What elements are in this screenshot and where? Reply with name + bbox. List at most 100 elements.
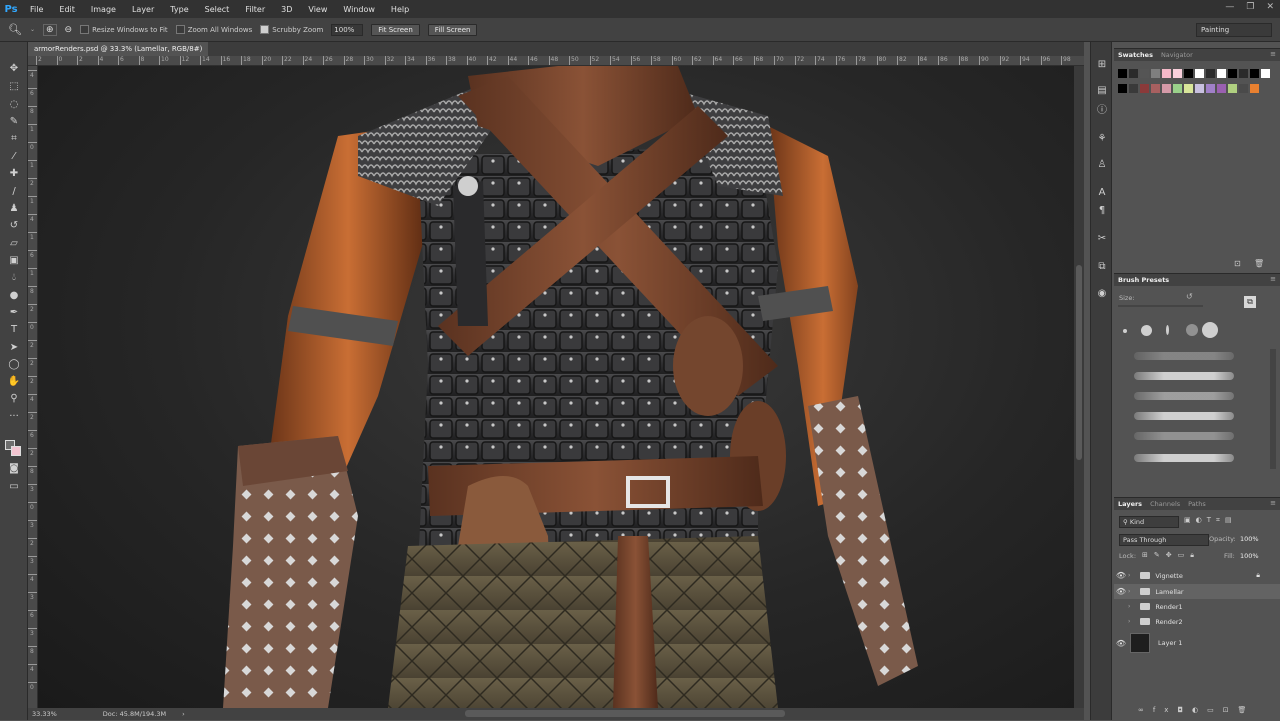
lasso-tool-icon[interactable]: ◌ — [5, 98, 23, 112]
layer-row-lamellar[interactable]: 👁︎ › Lamellar — [1114, 584, 1280, 599]
zoom-tool-icon[interactable]: 🔍︎ — [8, 23, 22, 36]
brush-tip-2[interactable] — [1141, 325, 1152, 336]
color-swatch[interactable] — [1184, 84, 1193, 93]
marquee-tool-icon[interactable]: ⬚ — [5, 80, 23, 94]
brush-stroke-5[interactable] — [1134, 432, 1234, 440]
shape-tool-icon[interactable]: ◯ — [5, 358, 23, 372]
history-brush-tool-icon[interactable]: ↺ — [5, 219, 23, 233]
brush-tip-5[interactable] — [1202, 322, 1218, 338]
layer-row-vignette[interactable]: 👁︎ › Vignette 🔒︎ — [1114, 568, 1280, 583]
dodge-tool-icon[interactable]: ● — [5, 289, 23, 303]
color-swatch[interactable] — [1250, 69, 1259, 78]
brush-size-slider[interactable] — [1118, 305, 1203, 307]
path-select-tool-icon[interactable]: ➤ — [5, 341, 23, 355]
color-swatch[interactable] — [1140, 84, 1149, 93]
quick-select-tool-icon[interactable]: ✎ — [5, 115, 23, 129]
expand-arrow-icon[interactable]: › — [1128, 603, 1130, 610]
minimize-button[interactable]: — — [1225, 2, 1234, 12]
status-zoom[interactable]: 33.33% — [32, 710, 57, 718]
color-swatch[interactable] — [1129, 84, 1138, 93]
visibility-eye-icon[interactable]: 👁︎ — [1114, 639, 1128, 648]
brush-tip-3[interactable] — [1166, 325, 1169, 335]
fill-screen-button[interactable]: Fill Screen — [427, 23, 478, 36]
visibility-eye-icon[interactable]: 👁︎ — [1114, 571, 1128, 580]
menu-window[interactable]: Window — [335, 5, 383, 14]
pen-tool-icon[interactable]: ✒ — [5, 306, 23, 320]
menu-view[interactable]: View — [300, 5, 335, 14]
layer-kind-filter[interactable]: ⚲ Kind — [1119, 516, 1179, 528]
color-swatch[interactable] — [1239, 69, 1248, 78]
color-swatch[interactable] — [1261, 69, 1270, 78]
menu-file[interactable]: File — [22, 5, 51, 14]
restore-button[interactable]: ❐ — [1246, 2, 1254, 12]
brush-toggle-icon[interactable]: ⧉ — [1244, 296, 1256, 308]
menu-layer[interactable]: Layer — [124, 5, 162, 14]
color-swatch[interactable] — [1195, 69, 1204, 78]
color-swatch[interactable] — [1228, 69, 1237, 78]
color-swatch[interactable] — [1118, 69, 1127, 78]
eyedropper-tool-icon[interactable]: ⁄ — [5, 150, 23, 164]
color-swatch[interactable] — [1217, 69, 1226, 78]
color-swatch[interactable] — [1228, 84, 1237, 93]
visibility-eye-icon[interactable]: 👁︎ — [1114, 587, 1128, 596]
menu-3d[interactable]: 3D — [273, 5, 300, 14]
move-tool-icon[interactable]: ✥ — [5, 62, 23, 76]
layer-row-render1[interactable]: › Render1 — [1114, 599, 1280, 614]
tab-layers[interactable]: Layers — [1118, 500, 1142, 508]
brush-tool-icon[interactable]: / — [5, 185, 23, 199]
color-swatch[interactable] — [1184, 69, 1193, 78]
properties-panel-icon[interactable]: ▤ — [1095, 84, 1109, 98]
document-tab[interactable]: armorRenders.psd @ 33.3% (Lamellar, RGB/… — [28, 42, 208, 67]
color-swatch[interactable] — [1151, 69, 1160, 78]
brush-presets-menu-icon[interactable]: ≡ — [1270, 275, 1276, 283]
tab-channels[interactable]: Channels — [1150, 500, 1180, 508]
paragraph-panel-icon[interactable]: ¶ — [1095, 204, 1109, 218]
vertical-scroll-thumb[interactable] — [1076, 265, 1082, 460]
tool-presets-icon[interactable]: ✂ — [1095, 232, 1109, 246]
layers-footer-icons[interactable]: ∞fx◘◐▭⊡🗑︎ — [1138, 706, 1255, 714]
swatches-menu-icon[interactable]: ≡ — [1270, 50, 1276, 58]
adjustments-panel-icon[interactable]: ⧉ — [1095, 260, 1109, 274]
menu-help[interactable]: Help — [383, 5, 417, 14]
expand-arrow-icon[interactable]: › — [1128, 618, 1130, 625]
layer-row-layer1[interactable]: 👁︎ Layer 1 — [1114, 632, 1280, 654]
color-swatch[interactable] — [1162, 84, 1171, 93]
color-swatch[interactable] — [1129, 69, 1138, 78]
horizontal-scroll-thumb[interactable] — [465, 710, 785, 717]
color-swatch[interactable] — [1206, 84, 1215, 93]
brush-tip-4[interactable] — [1186, 324, 1198, 336]
zoom-all-windows-checkbox[interactable]: Zoom All Windows — [175, 25, 252, 34]
color-swatch[interactable] — [1217, 84, 1226, 93]
layer-filter-icons[interactable]: ▣◐T⌗▤ — [1184, 516, 1237, 525]
blur-tool-icon[interactable]: 💧︎ — [5, 271, 23, 285]
brush-presets-scrollbar[interactable] — [1270, 349, 1276, 469]
color-swatch[interactable] — [1206, 69, 1215, 78]
brush-stroke-4[interactable] — [1134, 412, 1234, 420]
fit-screen-button[interactable]: Fit Screen — [371, 23, 420, 36]
brush-stroke-1[interactable] — [1134, 352, 1234, 360]
new-swatch-icon[interactable]: ⊡ — [1234, 259, 1241, 268]
color-swatch[interactable] — [1118, 84, 1127, 93]
more-tools-icon[interactable]: ··· — [5, 410, 23, 424]
background-color-swatch[interactable] — [11, 446, 21, 456]
menu-image[interactable]: Image — [83, 5, 124, 14]
crop-tool-icon[interactable]: ⌗ — [5, 132, 23, 146]
reset-brush-icon[interactable]: ↺ — [1186, 292, 1193, 301]
brush-tip-1[interactable] — [1123, 329, 1127, 333]
info-panel-icon[interactable]: ⓘ — [1095, 104, 1109, 118]
tab-paths[interactable]: Paths — [1188, 500, 1206, 508]
styles-panel-icon[interactable]: ◉ — [1095, 287, 1109, 301]
healing-tool-icon[interactable]: ✚ — [5, 167, 23, 181]
menu-edit[interactable]: Edit — [51, 5, 83, 14]
type-tool-icon[interactable]: T — [5, 323, 23, 337]
brush-stroke-6[interactable] — [1134, 454, 1234, 462]
zoom-tool-icon[interactable]: ⚲ — [5, 392, 23, 406]
character-panel-icon[interactable]: A — [1095, 186, 1109, 200]
lock-icons[interactable]: ⊞✎✥▭🔒︎ — [1142, 551, 1200, 560]
opacity-value[interactable]: 100% — [1240, 535, 1259, 543]
gradient-tool-icon[interactable]: ▣ — [5, 254, 23, 268]
document-canvas[interactable] — [38, 66, 1074, 708]
delete-swatch-icon[interactable]: 🗑︎ — [1254, 259, 1264, 268]
hand-tool-icon[interactable]: ✋ — [5, 375, 23, 389]
scrubby-zoom-checkbox[interactable]: Scrubby Zoom — [260, 25, 323, 34]
